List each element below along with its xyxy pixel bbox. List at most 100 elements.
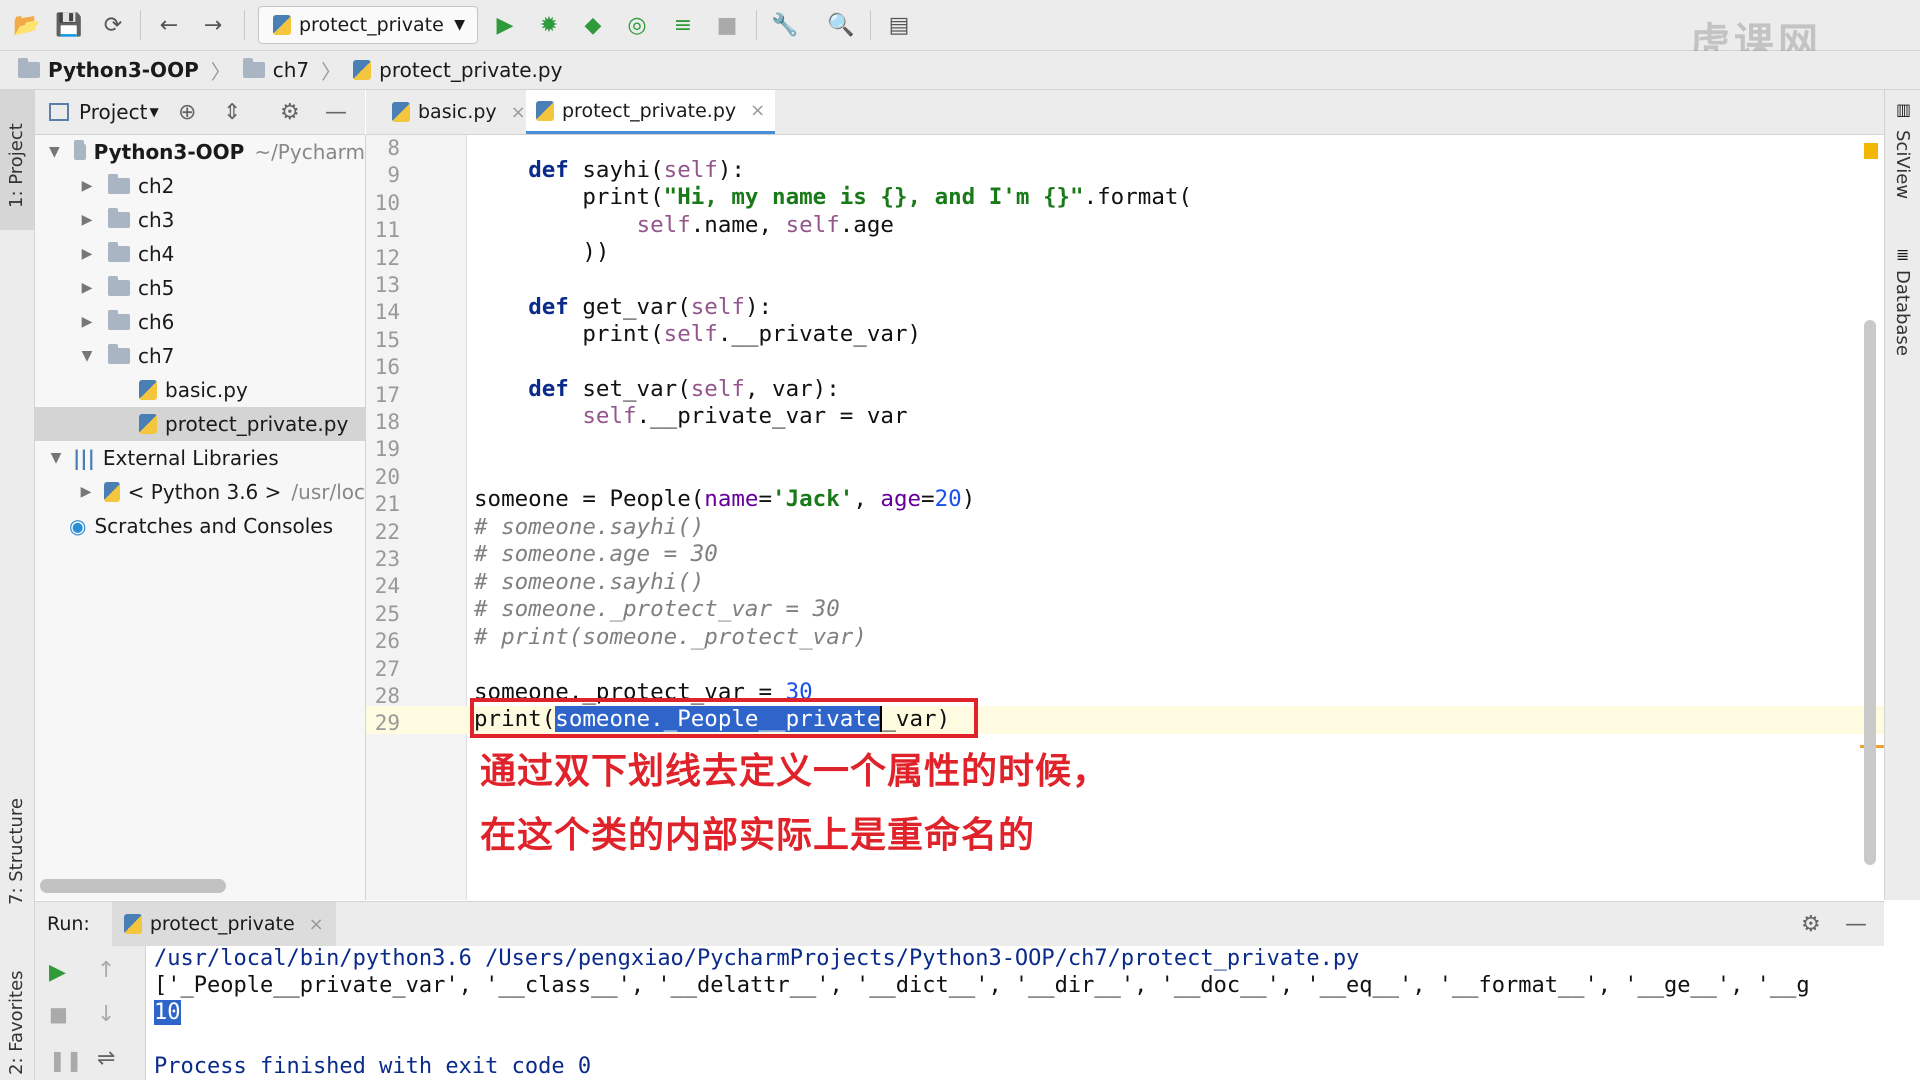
vertical-scrollbar[interactable] [1864, 320, 1876, 865]
tab-protect-private-py[interactable]: protect_private.py × [526, 90, 776, 134]
vcs-icon[interactable]: ▤ [884, 10, 914, 40]
code-line-26: # print(someone._protect_var) [474, 624, 867, 650]
project-tool-label: 1: Project [6, 123, 27, 208]
down-arrow-icon[interactable]: ↓ [97, 1002, 115, 1027]
save-icon[interactable]: 💾 [54, 10, 84, 40]
breadcrumb-item[interactable]: protect_private.py [379, 58, 562, 82]
line-number: 17 [374, 382, 400, 407]
collapsed-arrow-icon[interactable]: ▶ [80, 178, 94, 194]
tree-item[interactable]: ▼ Python3-OOP ~/Pycharm [35, 135, 365, 169]
expanded-arrow-icon[interactable]: ▼ [49, 144, 60, 160]
folder-icon [242, 58, 265, 78]
highlight-annotation-box [470, 698, 978, 738]
sciview-tool-label[interactable]: SciView [1892, 130, 1913, 199]
back-arrow-icon[interactable]: ← [154, 10, 184, 40]
rerun-icon[interactable]: ▶ [49, 960, 66, 985]
folder-icon [73, 140, 86, 160]
search-icon[interactable]: 🔍 [826, 10, 856, 40]
project-view-selector[interactable]: Project [79, 100, 147, 124]
chevron-down-icon[interactable]: ▼ [149, 105, 158, 119]
close-icon[interactable]: × [309, 914, 324, 935]
breadcrumb-item[interactable]: ch7 [273, 58, 309, 82]
forward-arrow-icon[interactable]: → [198, 10, 228, 40]
tree-item[interactable]: protect_private.py [35, 407, 365, 441]
expanded-arrow-icon[interactable]: ▼ [80, 348, 94, 364]
line-number: 14 [374, 300, 400, 325]
stop-icon[interactable]: ■ [49, 1002, 68, 1026]
open-folder-icon[interactable]: 📂 [12, 10, 42, 40]
favorites-tool-label[interactable]: 2: Favorites [6, 970, 27, 1075]
horizontal-scrollbar[interactable] [40, 879, 226, 893]
line-number: 11 [374, 218, 400, 243]
wrench-icon[interactable]: 🔧 [770, 10, 800, 40]
line-number: 21 [374, 492, 400, 517]
scratch-icon: ◉ [69, 514, 87, 538]
project-tree: ▼ Python3-OOP ~/Pycharm ▶ ch2 ▶ ch3 ▶ ch4 ▶ ch5 ▶ ch… [35, 135, 366, 900]
coverage-icon[interactable]: ◆ [578, 10, 608, 40]
project-panel-header: Project ▼ ⊕ ⇕ ⚙ — [35, 90, 365, 135]
database-tool-label[interactable]: Database [1892, 270, 1913, 356]
tree-item[interactable]: ▶ ch3 [35, 203, 365, 237]
tree-item[interactable]: ▶ ch6 [35, 305, 365, 339]
python-file-icon [536, 100, 554, 121]
annotation-text-line2: 在这个类的内部实际上是重命名的 [480, 815, 1036, 856]
annotation-text-line1: 通过双下划线去定义一个属性的时候， [480, 751, 1110, 792]
collapsed-arrow-icon[interactable]: ▶ [80, 314, 94, 330]
debug-icon[interactable]: ✹ [534, 10, 564, 40]
tree-item[interactable]: ▶ < Python 3.6 > /usr/loc [35, 475, 365, 509]
breadcrumb: Python3-OOP 〉 ch7 〉 protect_private.py [0, 51, 1920, 90]
run-configuration-dropdown[interactable]: protect_private ▼ [258, 6, 478, 44]
profile-icon[interactable]: ◎ [622, 10, 652, 40]
structure-tool-label[interactable]: 7: Structure [6, 798, 27, 905]
tree-item-label: ch7 [138, 344, 175, 368]
hide-panel-icon[interactable]: — [1845, 912, 1867, 937]
tree-item[interactable]: ▶ ch5 [35, 271, 365, 305]
tree-item-label: External Libraries [102, 446, 279, 470]
run-concurrency-icon[interactable]: ≡ [668, 10, 698, 40]
run-console[interactable]: /usr/local/bin/python3.6 /Users/pengxiao… [146, 946, 1884, 1080]
python-file-icon [353, 60, 372, 80]
stop-icon[interactable]: ■ [712, 10, 742, 40]
run-tab-label: protect_private [149, 913, 295, 935]
close-icon[interactable]: × [511, 102, 526, 123]
tree-item[interactable]: ▼ ||| External Libraries [35, 441, 365, 475]
tab-basic-py[interactable]: basic.py × [382, 90, 536, 134]
collapsed-arrow-icon[interactable]: ▶ [80, 246, 94, 262]
run-tab[interactable]: protect_private × [111, 902, 336, 946]
sync-icon[interactable]: ⟳ [98, 10, 128, 40]
tree-item[interactable]: ▼ ch7 [35, 339, 365, 373]
tree-item[interactable]: ▶ ch2 [35, 169, 365, 203]
tree-item-label: ch6 [138, 310, 175, 334]
locate-icon[interactable]: ⊕ [178, 100, 196, 125]
collapse-all-icon[interactable]: ⇕ [223, 100, 241, 125]
line-number: 27 [374, 656, 400, 681]
tree-item[interactable]: ◉ Scratches and Consoles [35, 509, 365, 543]
pause-icon[interactable]: ❚❚ [49, 1048, 83, 1072]
collapsed-arrow-icon[interactable]: ▶ [80, 212, 94, 228]
code-line-18: self.__private_var = var [582, 403, 908, 429]
hide-panel-icon[interactable]: — [325, 100, 347, 125]
editor-tabs: basic.py × protect_private.py × [366, 90, 1884, 135]
tree-item[interactable]: ▶ ch4 [35, 237, 365, 271]
run-icon[interactable]: ▶ [490, 10, 520, 40]
collapsed-arrow-icon[interactable]: ▶ [80, 280, 94, 296]
breadcrumb-item[interactable]: Python3-OOP [48, 58, 199, 82]
code-line-17: def set_var(self, var): [528, 376, 840, 402]
warning-marker[interactable] [1864, 143, 1878, 159]
up-arrow-icon[interactable]: ↑ [97, 958, 115, 983]
project-tool-button[interactable]: 1: Project [0, 90, 34, 230]
expanded-arrow-icon[interactable]: ▼ [49, 450, 63, 466]
line-number: 28 [374, 684, 400, 708]
line-number: 18 [374, 410, 400, 434]
code-line-23: # someone.age = 30 [474, 541, 718, 567]
close-icon[interactable]: × [750, 100, 765, 121]
tree-item-label: Scratches and Consoles [94, 514, 334, 538]
tree-item[interactable]: basic.py [35, 373, 365, 407]
gear-icon[interactable]: ⚙ [280, 100, 300, 125]
soft-wrap-icon[interactable]: ⇌ [97, 1046, 115, 1071]
code-line-25: # someone._protect_var = 30 [474, 596, 840, 622]
gear-icon[interactable]: ⚙ [1801, 912, 1821, 937]
collapsed-arrow-icon[interactable]: ▶ [80, 484, 92, 500]
code-line-22: # someone.sayhi() [474, 514, 705, 540]
folder-icon [108, 174, 130, 194]
